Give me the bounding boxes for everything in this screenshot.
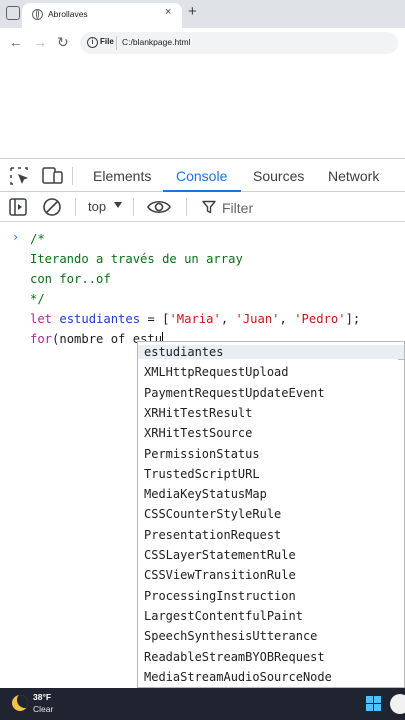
reload-icon[interactable]: ↻ — [57, 34, 69, 51]
autocomplete-item[interactable]: XRHitTestSource — [144, 426, 252, 440]
autocomplete-dropdown[interactable]: estudiantes XMLHttpRequestUpload PaymentRe… — [137, 341, 405, 688]
info-icon[interactable]: i — [87, 37, 98, 48]
filter-placeholder: Filter — [222, 200, 254, 216]
code-token: , — [220, 312, 236, 326]
autocomplete-item[interactable]: PermissionStatus — [144, 447, 260, 461]
weather-condition[interactable]: Clear — [33, 704, 53, 714]
browser-tab-bar: Abrollaves × + — [0, 0, 405, 28]
code-token: for — [30, 332, 53, 346]
forward-arrow-icon[interactable]: → — [33, 34, 47, 50]
tab-console[interactable]: Console — [176, 168, 227, 184]
tab-close-icon[interactable]: × — [165, 6, 171, 18]
prompt-chevron-icon: › — [12, 230, 20, 244]
tab-network[interactable]: Network — [328, 168, 379, 184]
moon-icon — [12, 695, 28, 711]
divider — [133, 198, 134, 216]
divider — [186, 198, 187, 216]
browser-tab[interactable]: Abrollaves × — [22, 3, 182, 28]
weather-temperature[interactable]: 38°F — [33, 692, 51, 702]
file-scheme-label: File — [100, 37, 114, 46]
device-toolbar-icon[interactable] — [42, 167, 64, 185]
code-token: = [ — [140, 312, 170, 326]
context-selector[interactable]: top — [88, 199, 106, 214]
app-icon[interactable] — [390, 694, 405, 714]
autocomplete-item[interactable]: estudiantes — [138, 345, 404, 359]
chevron-down-icon[interactable] — [114, 202, 122, 208]
autocomplete-item[interactable]: CSSLayerStatementRule — [144, 548, 296, 562]
autocomplete-item[interactable]: ProcessingInstruction — [144, 589, 296, 603]
eye-icon[interactable] — [147, 199, 171, 215]
code-line[interactable]: let estudiantes = ['Maria', 'Juan', 'Ped… — [30, 312, 360, 326]
code-line[interactable]: */ — [30, 292, 45, 306]
devtools-tab-strip: Elements Console Sources Network — [0, 158, 405, 192]
autocomplete-item[interactable]: CSSViewTransitionRule — [144, 568, 296, 582]
page-content — [0, 58, 405, 158]
new-tab-button[interactable]: + — [188, 3, 197, 20]
autocomplete-item[interactable]: LargestContentfulPaint — [144, 609, 303, 623]
url-text[interactable]: C:/blankpage.html — [122, 37, 191, 47]
sidebar-toggle-icon[interactable] — [9, 198, 27, 216]
code-token: 'Maria' — [169, 312, 221, 326]
inspect-element-icon[interactable] — [10, 167, 30, 185]
autocomplete-item[interactable]: PaymentRequestUpdateEvent — [144, 386, 325, 400]
address-bar[interactable]: i File C:/blankpage.html — [80, 32, 398, 54]
filter-icon — [202, 200, 216, 214]
code-token: let — [30, 312, 60, 326]
code-line[interactable]: Iterando a través de un array — [30, 252, 243, 266]
console-toolbar: top Filter — [0, 192, 405, 222]
autocomplete-item[interactable]: MediaKeyStatusMap — [144, 487, 267, 501]
tab-elements[interactable]: Elements — [93, 168, 151, 184]
code-token: 'Pedro' — [294, 312, 346, 326]
clear-console-icon[interactable] — [42, 197, 62, 217]
code-token: ]; — [345, 312, 361, 326]
autocomplete-item[interactable]: XMLHttpRequestUpload — [144, 365, 289, 379]
browser-toolbar: ← → ↻ i File C:/blankpage.html — [0, 28, 405, 58]
code-token: con for..of — [30, 272, 111, 286]
code-line[interactable]: con for..of — [30, 272, 111, 286]
tab-actions-icon[interactable] — [6, 6, 20, 20]
taskbar: 38°F Clear — [0, 688, 405, 720]
code-token: Iterando a través de un array — [30, 252, 243, 266]
autocomplete-item[interactable]: PresentationRequest — [144, 528, 281, 542]
autocomplete-item[interactable]: ReadableStreamBYOBRequest — [144, 650, 325, 664]
autocomplete-item[interactable]: CSSCounterStyleRule — [144, 507, 281, 521]
autocomplete-item[interactable]: XRHitTestResult — [144, 406, 252, 420]
windows-start-icon[interactable] — [366, 696, 382, 712]
divider — [116, 36, 117, 50]
autocomplete-item[interactable]: SpeechSynthesisUtterance — [144, 629, 317, 643]
autocomplete-item[interactable]: TrustedScriptURL — [144, 467, 260, 481]
divider — [75, 198, 76, 216]
code-token: 'Juan' — [235, 312, 280, 326]
autocomplete-item[interactable]: MediaStreamAudioSourceNode — [144, 670, 332, 684]
code-token: estudiantes — [59, 312, 141, 326]
divider — [72, 167, 73, 185]
code-line[interactable]: /* — [30, 232, 45, 246]
code-token: /* — [30, 232, 45, 246]
tab-sources[interactable]: Sources — [253, 168, 304, 184]
filter-input[interactable]: Filter — [194, 195, 405, 219]
back-arrow-icon[interactable]: ← — [9, 34, 23, 50]
code-token: , — [279, 312, 295, 326]
code-token: */ — [30, 292, 45, 306]
globe-icon — [32, 9, 43, 20]
tab-title: Abrollaves — [48, 9, 88, 19]
